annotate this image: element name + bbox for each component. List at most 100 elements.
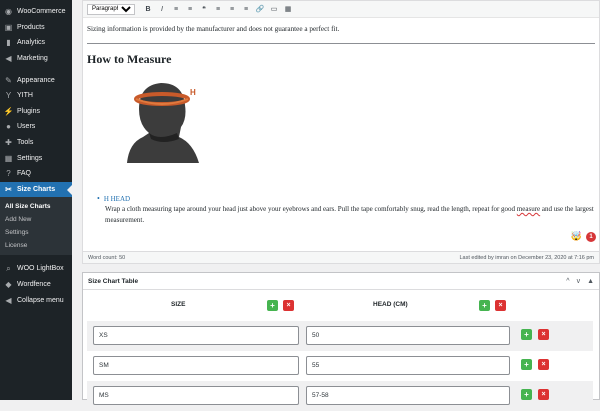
settings-icon: ▦ (4, 153, 13, 163)
table-column-headers: SIZE + × HEAD (CM) + × (83, 290, 599, 320)
size-chart-table-panel: Size Chart Table ^ v ▲ SIZE + × HEAD (CM… (82, 272, 600, 411)
sidebar-item-plugins[interactable]: ⚡ Plugins (0, 104, 72, 120)
sidebar-item-label: WOO LightBox (17, 265, 64, 273)
ruler-icon: ✂ (5, 184, 12, 194)
woo-icon: ◉ (5, 7, 12, 17)
italic-button[interactable]: I (155, 3, 169, 15)
sidebar-item-products[interactable]: ▣ Products (0, 20, 72, 36)
format-select[interactable]: Paragraph (87, 3, 135, 15)
sidebar-item-label: Users (17, 123, 36, 131)
toggle-panel-icon[interactable]: ▲ (587, 278, 594, 285)
sidebar-item-label: Size Charts (17, 185, 56, 193)
sidebar-item-label: Collapse menu (17, 296, 64, 304)
size-cell-input[interactable]: XS (93, 326, 299, 345)
divider (87, 43, 595, 44)
sidebar-item-marketing[interactable]: ◀ Marketing (0, 51, 72, 67)
collapse-icon: ◀ (5, 295, 12, 305)
delete-row-button[interactable]: × (538, 329, 549, 340)
size-cell-input[interactable]: SM (93, 356, 299, 375)
add-column-button[interactable]: + (267, 300, 278, 311)
admin-sidebar: ◉ WooCommerce ▣ Products ▮ Analytics ◀ Marke… (0, 0, 72, 400)
list-item-description: Wrap a cloth measuring tape around your … (105, 205, 594, 224)
editor-content[interactable]: Sizing information is provided by the ma… (83, 18, 599, 226)
bullet-list-button[interactable]: ≡ (169, 3, 183, 15)
blockquote-button[interactable]: ❝ (197, 3, 211, 15)
size-charts-submenu: All Size Charts Add New Settings License (0, 197, 72, 256)
wordfence-icon: ◆ (5, 280, 12, 290)
table-row: XS 50 + × (87, 321, 593, 351)
bar-chart-icon: ▮ (6, 38, 11, 48)
align-right-button[interactable]: ≡ (239, 3, 253, 15)
sidebar-item-yith[interactable]: Y YITH (0, 88, 72, 104)
size-cell-input[interactable]: MS (93, 386, 299, 405)
submenu-add-new[interactable]: Add New (0, 213, 72, 226)
delete-column-button[interactable]: × (495, 300, 506, 311)
column-header-head-cm: HEAD (CM) (373, 301, 408, 308)
sizing-note: Sizing information is provided by the ma… (87, 25, 340, 33)
submenu-settings[interactable]: Settings (0, 226, 72, 239)
add-column-button[interactable]: + (479, 300, 490, 311)
sidebar-item-label: Products (17, 23, 45, 31)
editor-status-bar: Word count: 50 Last edited by imran on D… (83, 251, 599, 263)
notification-badge[interactable]: 1 (586, 232, 596, 242)
sidebar-item-label: WooCommerce (17, 8, 66, 16)
sidebar-item-label: Appearance (17, 76, 55, 84)
add-row-button[interactable]: + (521, 389, 532, 400)
head-cell-input[interactable]: 57-58 (306, 386, 510, 405)
submenu-license[interactable]: License (0, 239, 72, 252)
sidebar-item-users[interactable]: ● Users (0, 119, 72, 135)
move-up-icon[interactable]: ^ (566, 278, 569, 285)
help-icon: ? (6, 169, 11, 179)
sidebar-item-wordfence[interactable]: ◆ Wordfence (0, 277, 72, 293)
grammar-assistant-icon[interactable]: 🤯 (571, 231, 582, 242)
last-edited: Last edited by imran on December 23, 202… (459, 254, 594, 261)
table-row: SM 55 + × (87, 351, 593, 381)
numbered-list-button[interactable]: ≡ (183, 3, 197, 15)
main-content: Paragraph B I ≡ ≡ ❝ ≡ ≡ ≡ 🔗 ▭ ▦ Sizing i… (82, 0, 600, 411)
sidebar-item-label: FAQ (17, 170, 32, 178)
delete-column-button[interactable]: × (283, 300, 294, 311)
toolbar-toggle-button[interactable]: ▦ (281, 3, 295, 15)
search-icon: ⌕ (6, 263, 11, 273)
box-icon: ▣ (4, 22, 13, 32)
sidebar-item-woo-lightbox[interactable]: ⌕ WOO LightBox (0, 261, 72, 277)
sidebar-item-faq[interactable]: ? FAQ (0, 166, 72, 182)
sidebar-item-tools[interactable]: ✚ Tools (0, 135, 72, 151)
align-center-button[interactable]: ≡ (225, 3, 239, 15)
sidebar-item-label: Marketing (17, 55, 48, 63)
sidebar-item-woocommerce[interactable]: ◉ WooCommerce (0, 4, 72, 20)
editor-toolbar: Paragraph B I ≡ ≡ ❝ ≡ ≡ ≡ 🔗 ▭ ▦ (83, 1, 599, 18)
illustration-label: H (190, 88, 196, 97)
how-to-measure-heading: How to Measure (87, 52, 172, 66)
panel-title: Size Chart Table (88, 277, 139, 285)
plug-icon: ⚡ (3, 106, 14, 116)
sidebar-item-appearance[interactable]: ✎ Appearance (0, 72, 72, 88)
sidebar-item-label: Settings (17, 154, 43, 162)
add-row-button[interactable]: + (521, 329, 532, 340)
sidebar-item-label: Plugins (17, 107, 40, 115)
move-down-icon[interactable]: v (577, 278, 581, 285)
delete-row-button[interactable]: × (538, 359, 549, 370)
wrench-icon: ✚ (5, 138, 12, 148)
link-icon[interactable]: 🔗 (253, 3, 267, 15)
add-row-button[interactable]: + (521, 359, 532, 370)
measurement-list: H HEAD Wrap a cloth measuring tape aroun… (87, 194, 595, 226)
panel-header: Size Chart Table ^ v ▲ (83, 273, 599, 290)
sidebar-item-size-charts[interactable]: ✂ Size Charts (0, 181, 72, 198)
sidebar-item-label: Analytics (17, 39, 46, 47)
align-left-button[interactable]: ≡ (211, 3, 225, 15)
sidebar-item-settings[interactable]: ▦ Settings (0, 150, 72, 166)
column-header-size: SIZE (171, 301, 186, 308)
paintbrush-icon: ✎ (5, 75, 12, 85)
table-row: MS 57-58 + × (87, 381, 593, 411)
head-cell-input[interactable]: 50 (306, 326, 510, 345)
collapse-menu-button[interactable]: ◀ Collapse menu (0, 292, 72, 308)
head-cell-input[interactable]: 55 (306, 356, 510, 375)
delete-row-button[interactable]: × (538, 389, 549, 400)
megaphone-icon: ◀ (5, 54, 12, 64)
head-measurement-illustration: H (127, 83, 199, 163)
sidebar-item-analytics[interactable]: ▮ Analytics (0, 35, 72, 51)
read-more-button[interactable]: ▭ (267, 3, 281, 15)
bold-button[interactable]: B (141, 3, 155, 15)
submenu-all-size-charts[interactable]: All Size Charts (0, 200, 72, 213)
